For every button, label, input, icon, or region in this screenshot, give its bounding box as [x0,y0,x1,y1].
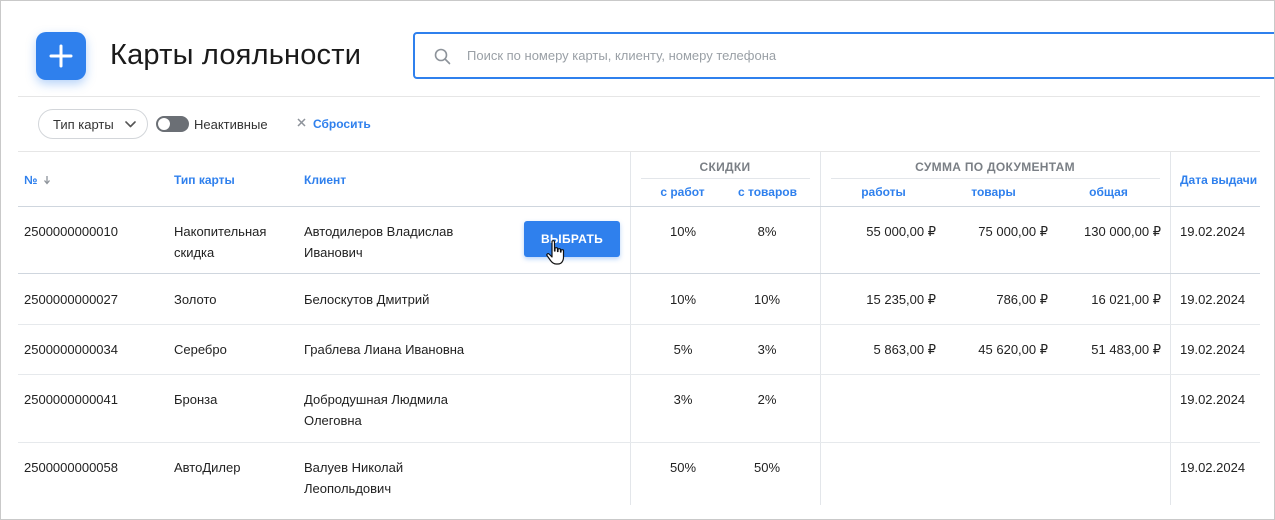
group-underline [641,178,810,179]
cell-issue-date: 19.02.2024 [1180,224,1246,239]
cell-card-type: Бронза [174,392,218,407]
cell-sum-total: 130 000,00 ₽ [1084,224,1161,239]
table-header-rule [18,206,1260,207]
inactive-toggle[interactable] [156,116,189,132]
column-separator [1170,152,1171,505]
cell-discount-goods: 2% [757,392,777,407]
filters-divider [18,151,1260,152]
cell-card-type: Накопительная скидка [174,224,267,260]
arrow-down-icon [43,176,50,185]
cell-sum-total: 51 483,00 ₽ [1091,342,1161,357]
cell-sum-works: 15 235,00 ₽ [866,292,936,307]
reset-filters-link[interactable]: Сбросить [313,117,371,131]
cell-sum-total: 16 021,00 ₽ [1091,292,1161,307]
column-header-card-type[interactable]: Тип карты [174,173,235,187]
cell-number: 2500000000034 [24,342,118,357]
search-icon [434,48,451,65]
column-header-number-label: № [24,173,38,187]
cell-discount-goods: 10% [753,292,781,307]
cell-sum-goods: 75 000,00 ₽ [978,224,1048,239]
cell-number: 2500000000027 [24,292,118,307]
column-header-issue-date[interactable]: Дата выдачи [1180,173,1257,187]
card-type-filter-label: Тип карты [53,116,114,132]
toggle-knob [158,118,170,130]
row-divider [18,374,1260,375]
column-header-client[interactable]: Клиент [304,173,346,187]
inactive-toggle-label: Неактивные [194,117,268,132]
cell-sum-goods: 786,00 ₽ [996,292,1048,307]
cell-card-type: АвтоДилер [174,460,241,475]
cell-discount-goods: 50% [753,460,781,475]
close-icon[interactable] [297,118,306,127]
cell-issue-date: 19.02.2024 [1180,342,1246,357]
cell-number: 2500000000041 [24,392,118,407]
cell-client: Белоскутов Дмитрий [304,292,430,307]
cell-issue-date: 19.02.2024 [1180,292,1246,307]
add-card-button[interactable] [36,32,86,80]
row-divider [18,442,1260,443]
column-header-sum-goods[interactable]: товары [946,185,1041,199]
hand-pointer-icon [546,240,565,265]
column-separator [630,152,631,505]
cell-client: Добродушная Людмила Олеговна [304,392,448,428]
cell-number: 2500000000010 [24,224,118,239]
plus-icon [49,44,73,68]
page-title: Карты лояльности [110,39,362,71]
header-divider [18,96,1260,97]
cell-client: Валуев Николай Леопольдович [304,460,404,496]
group-underline [831,178,1160,179]
column-separator [820,152,821,505]
column-header-discount-works[interactable]: с работ [630,185,735,199]
column-header-number[interactable]: № [24,173,51,187]
search-box[interactable] [413,32,1274,79]
cell-number: 2500000000058 [24,460,118,475]
cell-sum-goods: 45 620,00 ₽ [978,342,1048,357]
column-group-discounts: СКИДКИ [699,160,751,174]
cell-discount-goods: 8% [757,224,777,239]
cell-card-type: Золото [174,292,217,307]
cell-client: Автодилеров Владислав Иванович [304,224,454,260]
cell-card-type: Серебро [174,342,227,357]
cell-issue-date: 19.02.2024 [1180,392,1246,407]
column-header-sum-total[interactable]: общая [1061,185,1156,199]
cell-sum-works: 55 000,00 ₽ [866,224,936,239]
select-card-button[interactable]: ВЫБРАТЬ [524,221,620,257]
cell-discount-goods: 3% [757,342,777,357]
chevron-down-icon [125,121,136,128]
row-divider [18,273,1260,274]
row-divider [18,324,1260,325]
cell-client: Граблева Лиана Ивановна [304,342,465,357]
card-type-filter[interactable]: Тип карты [38,109,148,139]
column-group-documents: СУММА ПО ДОКУМЕНТАМ [915,160,1075,174]
cell-sum-works: 5 863,00 ₽ [873,342,937,357]
search-input[interactable] [467,34,1167,77]
column-header-discount-goods[interactable]: с товаров [721,185,814,199]
cell-issue-date: 19.02.2024 [1180,460,1246,475]
column-header-sum-works[interactable]: работы [836,185,931,199]
loyalty-cards-page: Карты лояльности Тип карты Неактивные Сб… [0,0,1275,520]
